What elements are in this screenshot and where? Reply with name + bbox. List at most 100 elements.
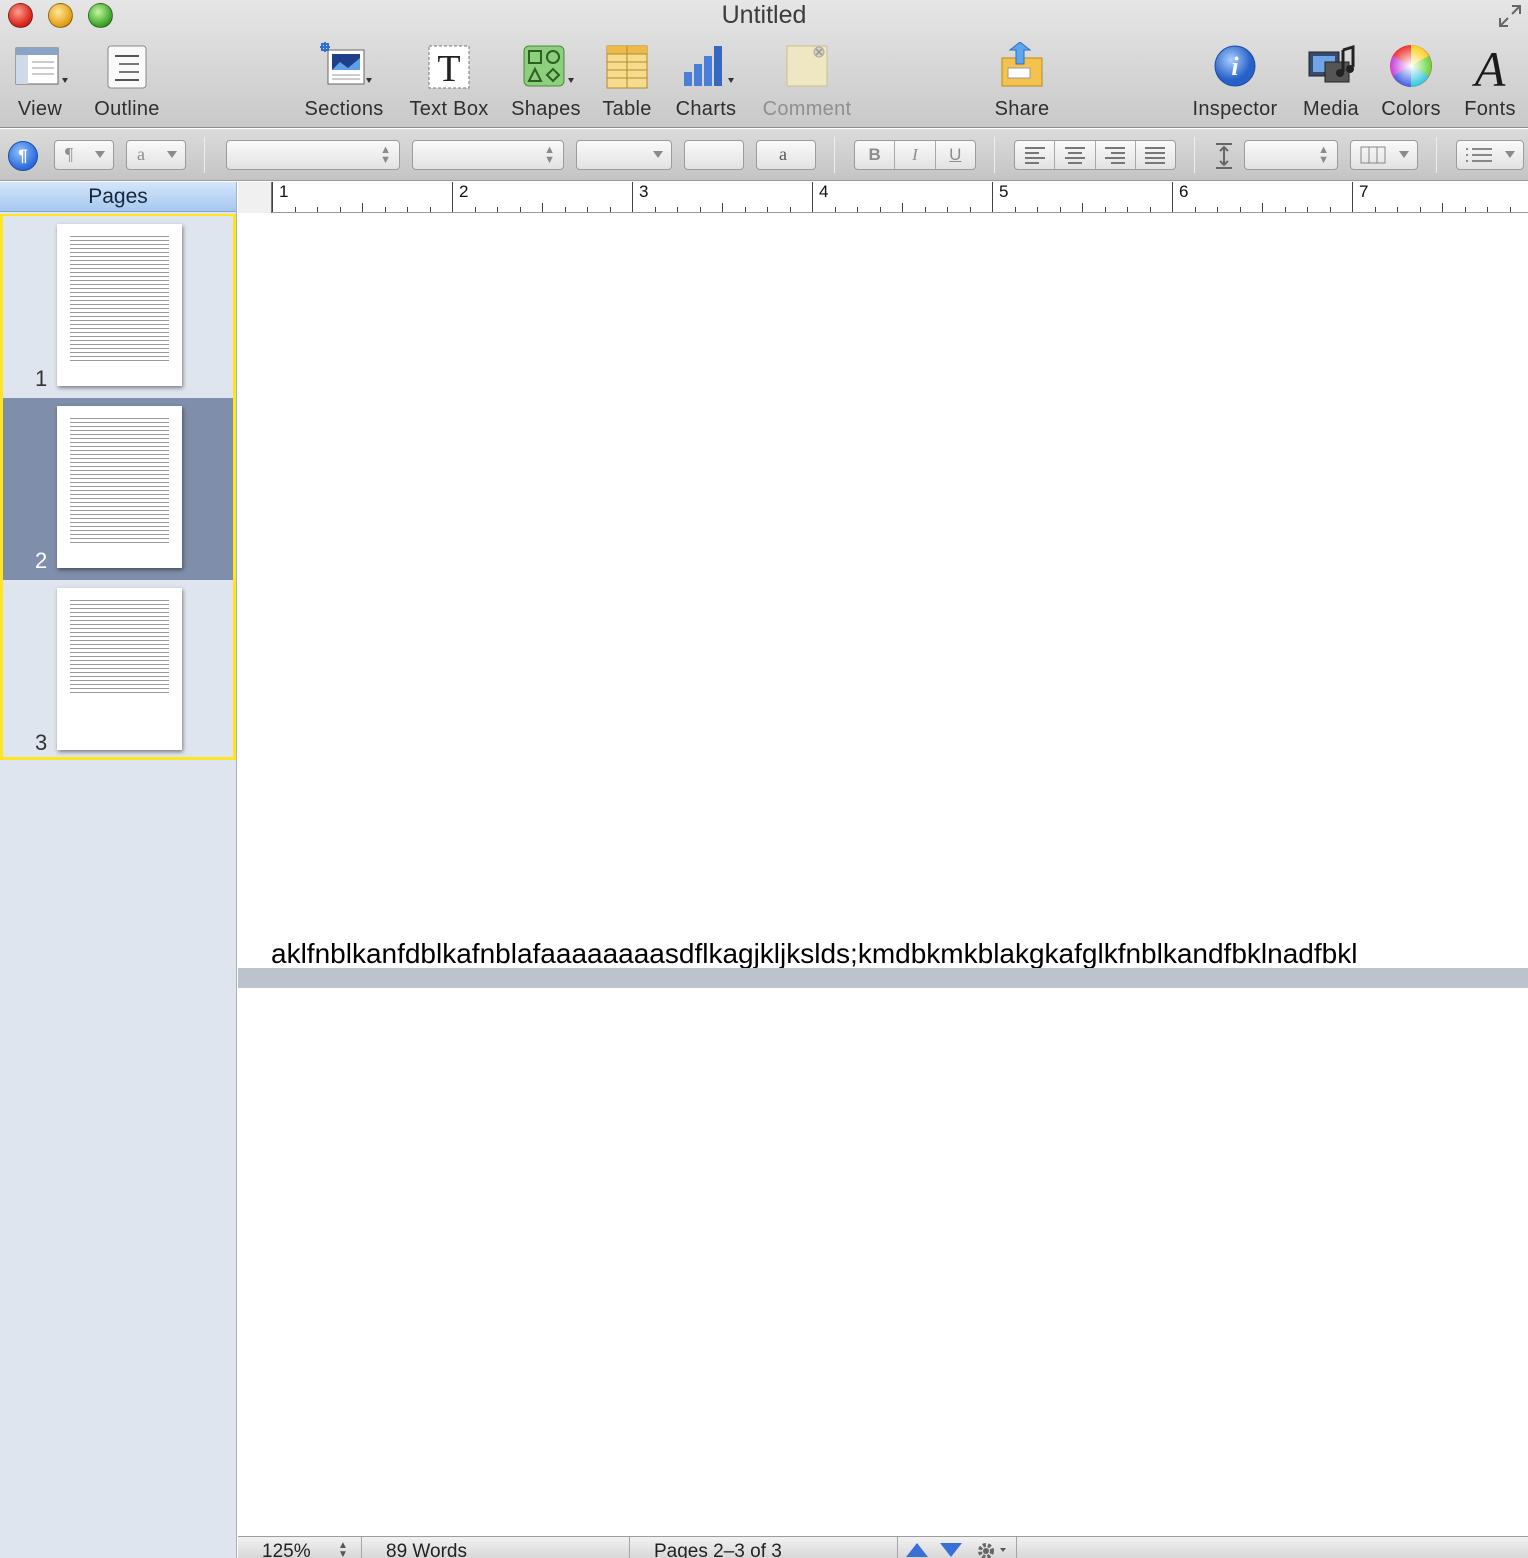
ruler-tick	[407, 207, 408, 212]
divider	[1436, 137, 1437, 173]
ruler-tick	[947, 207, 948, 212]
justify-icon	[1145, 147, 1166, 164]
page-preview	[57, 224, 182, 386]
align-left-icon	[1024, 147, 1045, 164]
ruler-tick	[789, 207, 791, 212]
ruler-label: 1	[279, 182, 289, 201]
table-button[interactable]: Table	[596, 42, 658, 122]
paragraph-style-glyph: ¶	[65, 144, 74, 164]
italic-button[interactable]: I	[895, 141, 936, 169]
ruler-tick	[1374, 207, 1376, 212]
underline-button[interactable]: U	[936, 141, 975, 169]
character-style-popup[interactable]: a	[126, 140, 186, 170]
view-button[interactable]: View	[8, 42, 72, 122]
page-number: 2	[35, 548, 48, 573]
text-style-segmented-control: B I U	[854, 140, 976, 170]
align-center-icon	[1064, 147, 1085, 164]
list-style-popup[interactable]	[1456, 140, 1524, 170]
ruler-tick	[879, 207, 881, 212]
inspector-label: Inspector	[1192, 98, 1278, 120]
ruler-tick	[834, 207, 836, 212]
charts-button[interactable]: Charts	[672, 42, 740, 122]
outline-button[interactable]: Outline	[90, 42, 164, 122]
shapes-label: Shapes	[511, 98, 581, 120]
sidebar-header: Pages	[0, 182, 236, 212]
align-center-button[interactable]	[1055, 141, 1096, 169]
alignment-segmented-control	[1014, 140, 1176, 170]
share-label: Share	[994, 98, 1050, 120]
ruler-tick	[812, 182, 813, 212]
fonts-icon: A	[1472, 42, 1506, 92]
ruler-tick	[1239, 207, 1241, 212]
media-icon	[1308, 44, 1355, 83]
paragraph-style-popup[interactable]: ¶	[54, 140, 114, 170]
ruler-tick	[429, 207, 431, 212]
outline-icon	[107, 45, 147, 89]
ruler-tick	[519, 207, 521, 212]
media-button[interactable]: Media	[1298, 42, 1364, 122]
font-size-combo[interactable]	[576, 140, 672, 170]
horizontal-ruler[interactable]: 1 2 3 4 5 6 7	[238, 182, 1528, 213]
align-right-button[interactable]	[1096, 141, 1136, 169]
ruler-tick	[384, 207, 386, 212]
ruler-tick	[722, 203, 723, 212]
next-page-button[interactable]	[940, 1543, 962, 1557]
share-button[interactable]: Share	[990, 42, 1054, 122]
ruler-tick	[1082, 203, 1083, 212]
list-icon	[1466, 148, 1492, 162]
table-icon	[606, 45, 648, 89]
word-count: 89 Words	[362, 1537, 630, 1558]
font-typeface-popup[interactable]: ▲ ▼	[412, 140, 564, 170]
divider	[204, 137, 205, 173]
text-box-button[interactable]: T Text Box	[404, 42, 494, 122]
ruler-tick	[654, 207, 656, 212]
ruler-margin[interactable]	[238, 182, 272, 213]
document-canvas[interactable]: aklfnblkanfdblkafnblafaaaaaaaasdflkagjkl…	[238, 214, 1528, 1536]
shapes-button[interactable]: Shapes	[508, 42, 584, 122]
ruler-tick	[1352, 182, 1353, 212]
bold-button[interactable]: B	[855, 141, 896, 169]
ruler-tick	[1464, 207, 1466, 212]
ruler-label: 3	[639, 182, 649, 201]
ruler-tick	[1487, 207, 1488, 212]
align-right-icon	[1105, 147, 1126, 164]
text-background-color-well[interactable]: a	[756, 140, 816, 170]
ruler-tick	[272, 182, 273, 212]
sections-icon	[320, 42, 372, 85]
colors-button[interactable]: Colors	[1378, 42, 1444, 122]
chevron-down-icon	[1399, 151, 1409, 158]
fonts-button[interactable]: A Fonts	[1460, 42, 1520, 122]
previous-page-button[interactable]	[906, 1543, 928, 1557]
fullscreen-icon[interactable]	[1498, 4, 1522, 28]
text-color-glyph: a	[779, 144, 787, 164]
comment-label: Comment	[762, 98, 852, 120]
text-color-well[interactable]	[684, 140, 744, 170]
line-spacing-popup[interactable]: ▲ ▼	[1244, 140, 1338, 170]
window-title: Untitled	[721, 1, 807, 29]
page-break-gap	[238, 968, 1528, 988]
ruler-tick	[1014, 207, 1016, 212]
inspector-button[interactable]: i Inspector	[1186, 42, 1284, 122]
inspector-icon: i	[1214, 45, 1256, 87]
share-icon	[1001, 42, 1043, 87]
justify-button[interactable]	[1136, 141, 1175, 169]
zoom-popup[interactable]: 125% ▲ ▼	[238, 1537, 362, 1558]
outline-label: Outline	[94, 98, 160, 120]
page-thumbnail-3[interactable]: 3	[3, 580, 233, 762]
page-thumbnail-2[interactable]: 2	[3, 398, 233, 580]
page-thumbnail-1[interactable]: 1	[3, 216, 233, 398]
ruler-tick	[564, 207, 566, 212]
font-family-popup[interactable]: ▲ ▼	[226, 140, 400, 170]
page-number: 3	[35, 730, 48, 755]
sections-button[interactable]: Sections	[300, 42, 388, 122]
zoom-level: 125%	[262, 1541, 311, 1558]
comment-button[interactable]: Comment	[758, 42, 856, 122]
text-box-label: Text Box	[409, 98, 489, 120]
styles-drawer-button[interactable]: ¶	[8, 141, 38, 171]
document-body-text[interactable]: aklfnblkanfdblkafnblafaaaaaaaasdflkagjkl…	[271, 938, 1357, 970]
columns-popup[interactable]	[1350, 140, 1418, 170]
gear-icon[interactable]	[974, 1539, 1014, 1558]
align-left-button[interactable]	[1015, 141, 1056, 169]
page-preview	[57, 588, 182, 750]
ruler-tick	[1397, 207, 1398, 212]
